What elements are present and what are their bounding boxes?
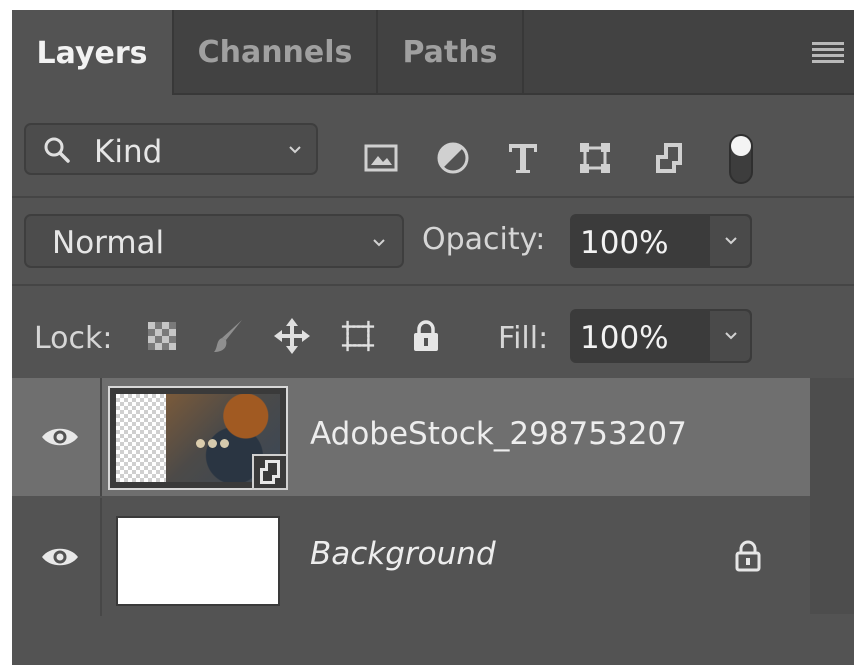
adjustment-filter-icon[interactable] <box>436 140 470 176</box>
fill-field[interactable]: 100% <box>570 309 752 363</box>
lock-image-pixels-icon[interactable] <box>210 318 246 354</box>
filter-kind-select[interactable]: Kind <box>24 123 318 175</box>
blend-mode-select[interactable]: Normal <box>24 214 404 268</box>
eye-icon[interactable] <box>40 424 80 450</box>
layer-row-background[interactable]: Background <box>12 498 810 616</box>
lock-artboard-icon[interactable] <box>340 318 376 354</box>
tab-layers-label: Layers <box>36 36 148 71</box>
opacity-field[interactable]: 100% <box>570 214 752 268</box>
image-filter-icon[interactable] <box>364 140 398 176</box>
tab-paths-label: Paths <box>402 35 498 70</box>
layers-scroll-strip <box>810 378 854 614</box>
lock-all-icon[interactable] <box>408 318 444 354</box>
opacity-value: 100% <box>580 225 669 261</box>
smart-object-filter-icon[interactable] <box>652 140 686 176</box>
filter-toggle-icon[interactable] <box>724 133 758 185</box>
layer-thumbnail[interactable] <box>108 386 288 490</box>
chevron-down-icon <box>725 237 737 245</box>
opacity-label: Opacity: <box>422 222 546 257</box>
lock-row: Lock: Fill: 100% <box>12 295 854 377</box>
fill-dropdown-button[interactable] <box>708 311 750 361</box>
bokeh-light <box>220 439 229 448</box>
visibility-column <box>12 378 102 496</box>
lock-transparent-pixels-icon[interactable] <box>144 318 180 354</box>
layer-filter-row: Kind <box>12 105 854 195</box>
bokeh-light <box>208 439 217 448</box>
smart-object-badge-icon <box>252 454 288 490</box>
blend-row: Normal Opacity: 100% <box>12 206 854 282</box>
layers-panel: Layers Channels Paths Kind Normal Opacit… <box>12 10 854 665</box>
filter-kind-label: Kind <box>94 134 163 170</box>
layers-list: AdobeStock_298753207 Background <box>12 378 854 665</box>
chevron-down-icon <box>725 332 737 340</box>
chevron-down-icon <box>373 239 385 247</box>
fill-value: 100% <box>580 320 669 356</box>
blend-mode-label: Normal <box>52 225 165 261</box>
tab-channels-label: Channels <box>197 35 353 70</box>
search-icon <box>44 137 70 163</box>
chevron-down-icon <box>289 146 301 154</box>
lock-icon[interactable] <box>732 538 764 574</box>
type-filter-icon[interactable] <box>506 140 540 176</box>
tab-channels[interactable]: Channels <box>174 10 376 95</box>
layer-name[interactable]: Background <box>310 536 496 572</box>
tab-paths[interactable]: Paths <box>378 10 522 95</box>
layer-thumbnail[interactable] <box>116 516 280 606</box>
layer-name[interactable]: AdobeStock_298753207 <box>310 416 687 452</box>
hamburger-menu-icon[interactable] <box>812 42 844 64</box>
layer-row-adobestock[interactable]: AdobeStock_298753207 <box>12 378 810 496</box>
lock-position-icon[interactable] <box>274 318 310 354</box>
shape-filter-icon[interactable] <box>578 140 612 176</box>
visibility-column <box>12 498 102 616</box>
transparency-checkerboard <box>116 394 166 482</box>
divider <box>12 284 854 286</box>
tab-layers[interactable]: Layers <box>12 10 172 97</box>
eye-icon[interactable] <box>40 544 80 570</box>
bokeh-light <box>196 439 205 448</box>
lock-label: Lock: <box>34 321 113 356</box>
tab-divider <box>522 10 524 95</box>
panel-tab-bar: Layers Channels Paths <box>12 10 854 97</box>
fill-label: Fill: <box>498 321 549 356</box>
divider <box>12 196 854 198</box>
opacity-dropdown-button[interactable] <box>708 216 750 266</box>
